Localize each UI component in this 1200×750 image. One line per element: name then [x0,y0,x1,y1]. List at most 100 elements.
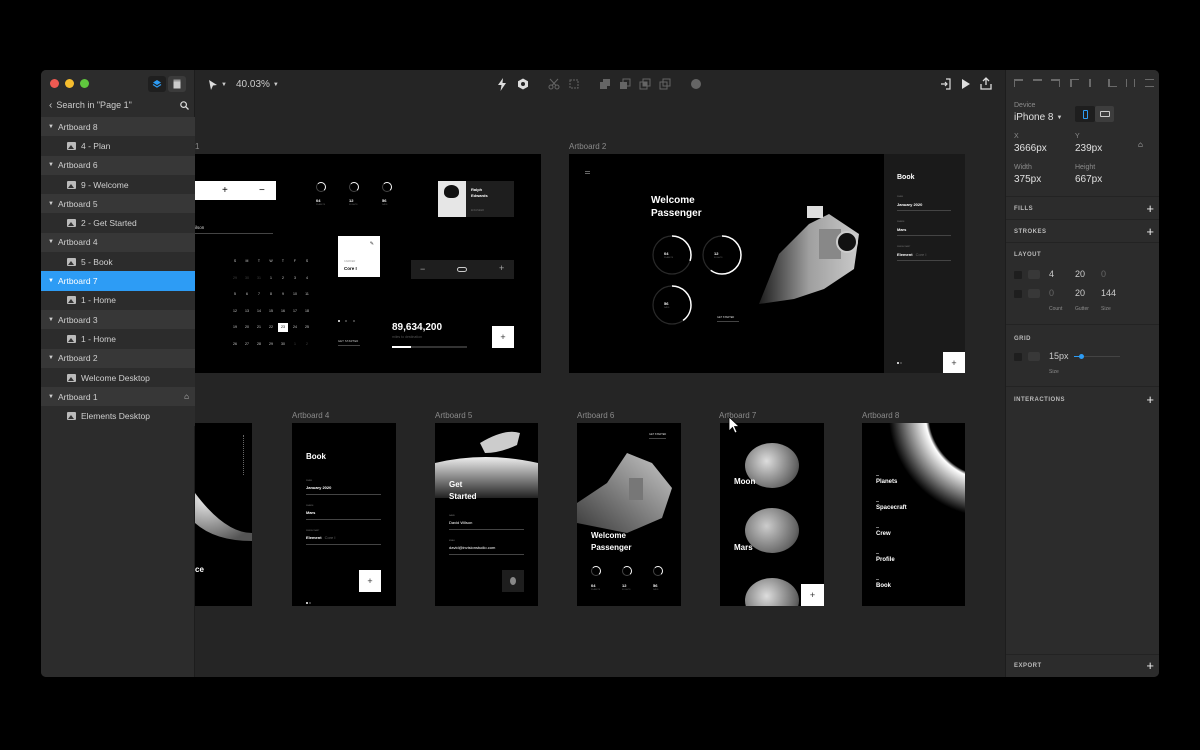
disclosure-triangle-icon[interactable]: ▼ [48,355,54,361]
exclude-button[interactable] [659,78,671,90]
zoom-dropdown[interactable]: 40.03% ▼ [236,79,279,90]
columns-count[interactable]: 4 [1049,269,1054,279]
menu-item[interactable]: Profile [876,557,895,563]
preview-button[interactable] [961,78,971,90]
layer-item[interactable]: 1 - Home [41,329,195,349]
add-button[interactable]: + [801,584,824,606]
zoom-window-button[interactable] [80,79,89,88]
get-started-link[interactable]: GET STARTED [649,433,667,439]
field-value[interactable]: David Wilson [449,520,524,530]
grid-size-slider[interactable] [1074,354,1120,359]
minimize-window-button[interactable] [65,79,74,88]
artboard-2[interactable]: Welcome Passenger GET STARTED Book + WHE… [569,154,965,373]
layer-group[interactable]: ▼ Artboard 2 [41,348,195,368]
calendar-day[interactable]: 23 [278,323,288,332]
carrier-card[interactable]: ✎ CARRIER Core I [338,236,380,277]
search-icon[interactable] [180,100,189,110]
calendar-day[interactable]: 7 [255,292,263,297]
layer-item[interactable]: 4 - Plan [41,136,195,156]
artboard-8-label[interactable]: Artboard 8 [862,411,899,420]
disclosure-triangle-icon[interactable]: ▼ [48,124,54,130]
artboard-1-label[interactable]: 1 [195,142,199,151]
field-value[interactable]: Element Core I [897,252,951,261]
artboard-7[interactable]: Moon Mars + [720,423,824,606]
calendar-day[interactable]: 1 [267,276,275,281]
width-field[interactable]: 375px [1014,174,1041,185]
calendar-day[interactable]: 26 [231,342,239,347]
minus-icon[interactable]: − [259,185,265,196]
calendar-day[interactable]: 16 [279,309,287,314]
calendar-day[interactable]: 1 [291,342,299,347]
stepper-control[interactable]: + − [195,181,276,200]
calendar-day[interactable]: 29 [231,276,239,281]
subtract-button[interactable] [619,78,631,90]
minus-icon[interactable]: − [420,264,425,274]
layer-group[interactable]: ▼ Artboard 6 [41,155,195,175]
planet-mars[interactable]: Mars [734,543,753,552]
calendar-day[interactable]: 20 [243,325,251,330]
disclosure-triangle-icon[interactable]: ▼ [48,278,54,284]
distribute-horizontal-icon[interactable] [1126,79,1136,87]
grid-size-field[interactable]: 15px [1049,351,1069,361]
home-icon[interactable]: ⌂ [1138,140,1143,149]
x-field[interactable]: 3666px [1014,143,1047,154]
calendar-day[interactable]: 6 [243,292,251,297]
select-tool[interactable]: ▼ [208,79,227,91]
layer-group[interactable]: ▼ Artboard 3 [41,309,195,330]
close-window-button[interactable] [50,79,59,88]
calendar-day[interactable]: 22 [267,325,275,330]
artboard-5-label[interactable]: Artboard 5 [435,411,472,420]
calendar-day[interactable]: 2 [279,276,287,281]
menu-item[interactable]: Crew [876,531,891,537]
columns-gutter[interactable]: 20 [1075,269,1085,279]
name-field[interactable]: ilson [195,225,273,234]
calendar-day[interactable]: 2 [303,342,311,347]
add-button[interactable]: + [492,326,514,348]
import-button[interactable] [940,78,952,90]
add-interaction-button[interactable]: + [1146,393,1154,406]
calendar-day[interactable]: 31 [255,276,263,281]
calendar-day[interactable]: 27 [243,342,251,347]
rows-count[interactable]: 0 [1049,288,1054,298]
calendar-day[interactable]: 15 [267,309,275,314]
artboard-8[interactable]: Planets Spacecraft Crew Profile Book [862,423,965,606]
edit-icon[interactable]: ✎ [370,241,374,247]
mask-button[interactable] [568,78,580,90]
align-center-icon[interactable] [1032,79,1042,87]
field-value[interactable]: January 2020 [897,202,951,211]
portrait-button[interactable] [1075,106,1095,122]
artboard-5[interactable]: Get Started NAME David Wilson EMAIL david@i… [435,423,538,606]
artboard-1[interactable]: + − ilson Ralph Edwards ENGINEER ✎ CARRI… [195,154,541,373]
artboard-6[interactable]: GET STARTED Welcome Passenger 04 PLANETS 1… [577,423,681,606]
calendar-day[interactable]: 13 [243,309,251,314]
calendar-day[interactable]: 12 [231,309,239,314]
calendar-day[interactable]: 5 [231,292,239,297]
calendar-day[interactable]: 3 [291,276,299,281]
layer-item[interactable]: Elements Desktop [41,406,195,426]
calendar-day[interactable]: 4 [303,276,311,281]
calendar-day[interactable]: 14 [255,309,263,314]
calendar-day[interactable]: 11 [303,292,311,297]
artboard-4[interactable]: Book + WHEN January 2020 WHERE Mars SPACECRA… [292,423,396,606]
toggle-control[interactable]: − + [411,260,514,279]
fingerprint-button[interactable] [502,570,524,592]
calendar-day[interactable]: 18 [303,309,311,314]
disclosure-triangle-icon[interactable]: ▼ [48,239,54,245]
artboard-3[interactable]: ce [195,423,252,606]
field-value[interactable]: January 2020 [306,485,381,495]
align-top-icon[interactable] [1070,79,1080,87]
add-button[interactable]: + [943,352,965,373]
landscape-button[interactable] [1095,106,1114,122]
planet-moon[interactable]: Moon [734,477,755,486]
calendar-day[interactable]: 28 [255,342,263,347]
slider-handle[interactable] [1078,354,1084,359]
layer-item[interactable]: 2 - Get Started [41,213,195,233]
calendar-day[interactable]: 24 [291,325,299,330]
plus-icon[interactable]: + [499,263,504,273]
back-chevron-icon[interactable]: ‹ [49,100,52,111]
calendar-day[interactable]: 25 [303,325,311,330]
calendar-day[interactable]: 10 [291,292,299,297]
toggle-icon[interactable] [457,267,467,272]
artboard-2-label[interactable]: Artboard 2 [569,142,606,151]
rows-checkbox[interactable] [1014,290,1022,298]
